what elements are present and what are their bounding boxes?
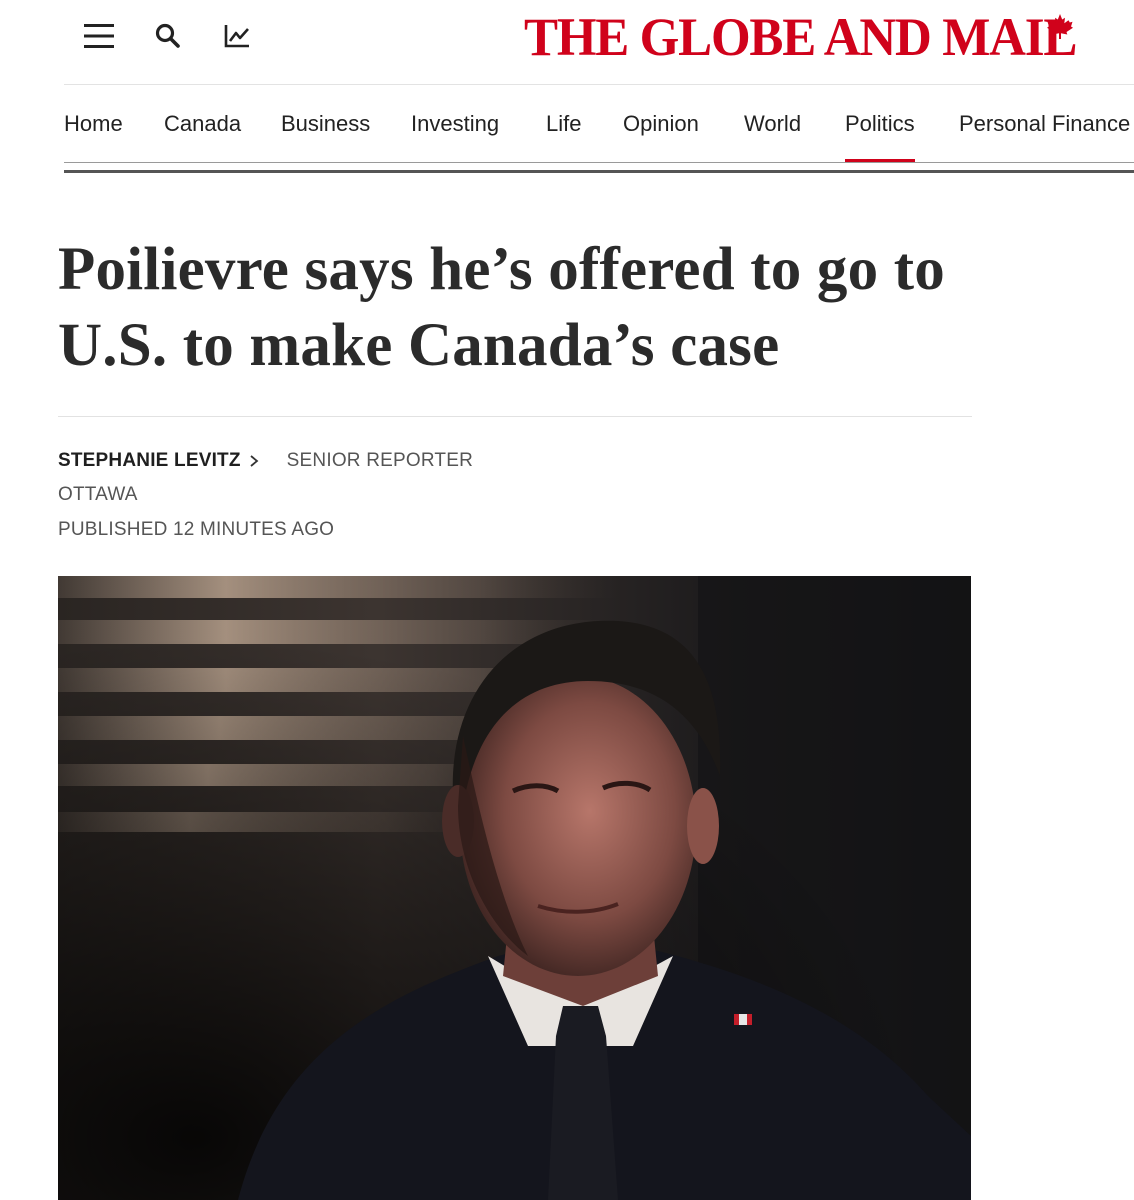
nav-divider-thin (64, 162, 1134, 163)
brand-logo[interactable]: THE GLOBE AND MAIL (524, 8, 1077, 68)
byline: STEPHANIE LEVITZ SENIOR REPORTER (58, 448, 473, 474)
author-link[interactable]: STEPHANIE LEVITZ (58, 450, 259, 472)
nav-item-home[interactable]: Home (64, 95, 123, 161)
nav-item-politics[interactable]: Politics (845, 95, 915, 163)
header-divider (64, 84, 1134, 85)
top-bar: THE GLOBE AND MAIL (0, 0, 1134, 84)
author-name: STEPHANIE LEVITZ (58, 450, 241, 471)
dateline: OTTAWA (58, 484, 138, 505)
nav-item-canada[interactable]: Canada (164, 95, 241, 161)
headline-divider (58, 416, 972, 417)
maple-leaf-icon (1047, 14, 1073, 39)
menu-button[interactable] (77, 14, 121, 58)
nav-item-business[interactable]: Business (281, 95, 370, 161)
menu-icon (84, 24, 114, 48)
nav-item-personal-finance[interactable]: Personal Finance (959, 95, 1130, 161)
article-headline: Poilievre says he’s offered to go to U.S… (58, 236, 945, 379)
nav-divider-thick (64, 170, 1134, 173)
brand-name: THE GLOBE AND MAIL (524, 8, 1077, 67)
nav-item-investing[interactable]: Investing (411, 95, 499, 161)
nav-item-opinion[interactable]: Opinion (623, 95, 699, 161)
chevron-right-icon (250, 455, 259, 467)
published-time: PUBLISHED 12 MINUTES AGO (58, 519, 335, 540)
nav-item-world[interactable]: World (744, 95, 801, 161)
section-nav: Home Canada Business Investing Life Opin… (64, 95, 1134, 163)
markets-button[interactable] (215, 14, 259, 58)
search-icon (155, 23, 180, 48)
search-button[interactable] (146, 14, 190, 58)
nav-item-life[interactable]: Life (546, 95, 581, 161)
lead-photo (58, 576, 971, 1200)
author-role: SENIOR REPORTER (286, 450, 474, 471)
market-chart-icon (224, 25, 249, 48)
